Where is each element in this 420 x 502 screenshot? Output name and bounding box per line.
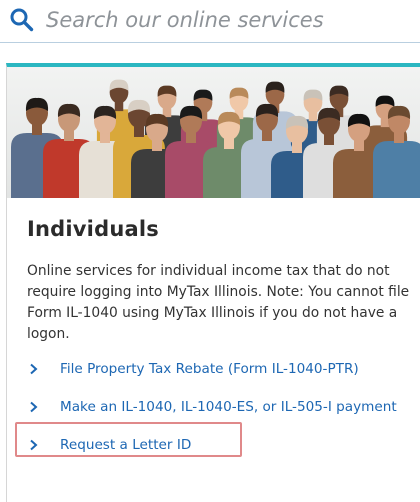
search-icon[interactable] — [9, 7, 35, 33]
search-bar — [0, 0, 420, 43]
search-input[interactable] — [46, 5, 406, 35]
card-description: Online services for individual income ta… — [27, 263, 410, 342]
link-label: File Property Tax Rebate (Form IL-1040-P… — [60, 361, 359, 377]
chevron-right-icon — [30, 439, 38, 451]
chevron-right-icon — [30, 401, 38, 413]
individuals-card: Individuals Online services for individu… — [6, 63, 420, 502]
link-make-payment[interactable]: Make an IL-1040, IL-1040-ES, or IL-505-I… — [29, 395, 397, 419]
link-request-letter-id[interactable]: Request a Letter ID — [29, 433, 191, 457]
people-group-illustration — [7, 67, 420, 198]
chevron-right-icon — [30, 363, 38, 375]
link-file-property-tax-rebate[interactable]: File Property Tax Rebate (Form IL-1040-P… — [29, 357, 359, 381]
people-group-photo — [7, 67, 420, 198]
page: Individuals Online services for individu… — [0, 0, 420, 502]
link-label: Make an IL-1040, IL-1040-ES, or IL-505-I… — [60, 399, 397, 415]
link-label: Request a Letter ID — [60, 437, 192, 453]
card-title: Individuals — [27, 217, 159, 241]
